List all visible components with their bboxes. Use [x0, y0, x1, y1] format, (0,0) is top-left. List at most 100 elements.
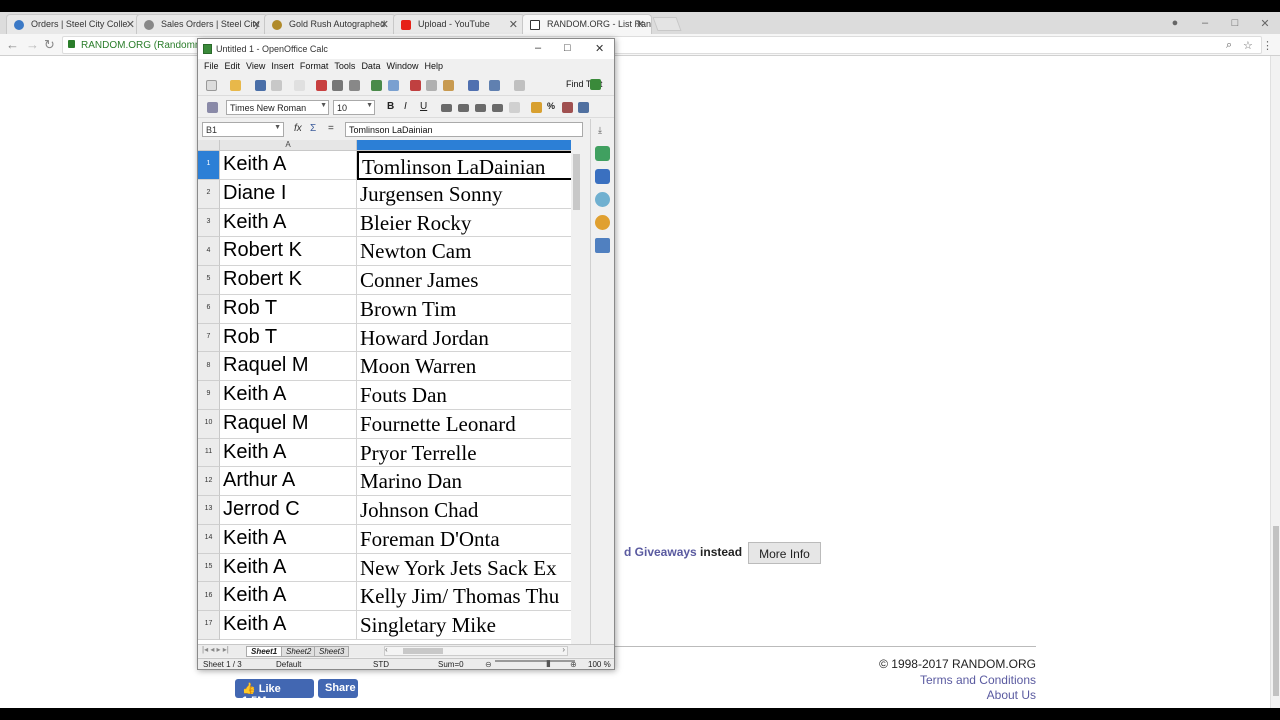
browser-tab-sales-orders[interactable]: Sales Orders | Steel City ✕	[136, 14, 268, 34]
cell-a[interactable]: Arthur A	[220, 467, 357, 496]
column-header-b[interactable]	[357, 140, 573, 151]
copy-icon[interactable]	[426, 80, 437, 91]
sheet-tab-1[interactable]: Sheet1	[246, 646, 283, 657]
cell-a[interactable]: Raquel M	[220, 352, 357, 381]
row-header[interactable]: 4	[198, 237, 220, 266]
font-size-select[interactable]: 10 ▼	[333, 100, 375, 115]
open-folder-icon[interactable]	[230, 80, 241, 91]
menu-window[interactable]: Window	[383, 59, 421, 75]
row-header[interactable]: 17	[198, 611, 220, 640]
cell-b[interactable]: Conner James	[357, 266, 573, 295]
zoom-icon[interactable]: ⌕	[1226, 39, 1232, 52]
paste-icon[interactable]	[443, 80, 454, 91]
menu-view[interactable]: View	[243, 59, 268, 75]
styles-icon[interactable]	[207, 102, 218, 113]
spreadsheet-grid[interactable]: A 1 Keith A Tomlinson LaDainian 2 Diane I Jur…	[198, 140, 581, 646]
navigator-icon[interactable]	[595, 215, 610, 230]
status-selection-mode[interactable]: STD	[373, 660, 389, 669]
sheet-tab-3[interactable]: Sheet3	[314, 646, 350, 657]
cell-b[interactable]: Fournette Leonard	[357, 409, 573, 439]
cell-b[interactable]: Singletary Mike	[357, 611, 573, 640]
cell-b[interactable]: Moon Warren	[357, 352, 573, 381]
print-icon[interactable]	[332, 80, 343, 91]
sum-icon[interactable]: Σ	[310, 123, 316, 134]
row-header[interactable]: 5	[198, 266, 220, 295]
row-header[interactable]: 10	[198, 409, 220, 439]
cell-a[interactable]: Keith A	[220, 553, 357, 583]
row-header[interactable]: 14	[198, 524, 220, 554]
zoom-level[interactable]: 100 %	[588, 660, 611, 669]
cell-a[interactable]: Jerrod C	[220, 496, 357, 525]
cell-a[interactable]: Robert K	[220, 237, 357, 266]
edit-file-icon[interactable]	[294, 80, 305, 91]
oo-title-bar[interactable]: Untitled 1 - OpenOffice Calc – □ ✕	[198, 39, 614, 59]
zoom-slider[interactable]	[495, 660, 575, 662]
close-tab-icon[interactable]: ✕	[509, 18, 518, 31]
facebook-share-button[interactable]: Share	[318, 679, 358, 698]
grid-scrollbar-thumb[interactable]	[573, 154, 580, 210]
formula-input[interactable]: Tomlinson LaDainian	[345, 122, 583, 137]
close-tab-icon[interactable]: ✕	[252, 18, 261, 31]
zoom-thumb[interactable]: ▮	[546, 658, 551, 669]
browser-tab-youtube[interactable]: Upload - YouTube ✕	[393, 14, 525, 34]
add-decimal-icon[interactable]	[578, 102, 589, 113]
align-right-icon[interactable]	[475, 104, 486, 112]
cell-a[interactable]: Keith A	[220, 381, 357, 410]
bold-icon[interactable]: B	[387, 101, 394, 112]
cell-b[interactable]: Marino Dan	[357, 467, 573, 496]
row-header[interactable]: 16	[198, 582, 220, 611]
close-tab-icon[interactable]: ✕	[126, 18, 135, 31]
row-header[interactable]: 1	[198, 151, 220, 180]
grid-vertical-scrollbar[interactable]	[571, 140, 582, 646]
scroll-left-icon[interactable]: ‹	[385, 645, 388, 654]
scroll-right-icon[interactable]: ›	[562, 645, 565, 654]
giveaways-link[interactable]: d Giveaways	[624, 545, 697, 559]
print-preview-icon[interactable]	[349, 80, 360, 91]
menu-data[interactable]: Data	[358, 59, 383, 75]
cell-b[interactable]: Brown Tim	[357, 294, 573, 324]
align-left-icon[interactable]	[441, 104, 452, 112]
select-all-corner[interactable]	[198, 140, 220, 151]
underline-icon[interactable]: U	[420, 101, 427, 112]
cell-a[interactable]: Rob T	[220, 323, 357, 353]
close-tab-icon[interactable]: ✕	[636, 18, 645, 31]
terms-link[interactable]: Terms and Conditions	[920, 673, 1036, 687]
cell-a[interactable]: Keith A	[220, 151, 357, 180]
cell-a[interactable]: Keith A	[220, 611, 357, 640]
menu-help[interactable]: Help	[421, 59, 446, 75]
cell-b[interactable]: Jurgensen Sonny	[357, 179, 573, 209]
number-format-icon[interactable]	[562, 102, 573, 113]
sheet-tab-2[interactable]: Sheet2	[281, 646, 317, 657]
extension-icon[interactable]	[590, 79, 601, 90]
cell-a[interactable]: Keith A	[220, 524, 357, 554]
cell-a[interactable]: Rob T	[220, 294, 357, 324]
oo-maximize-icon[interactable]: □	[564, 42, 571, 54]
back-icon[interactable]: ←	[6, 37, 19, 52]
spellcheck-icon[interactable]	[371, 80, 382, 91]
currency-format-icon[interactable]	[531, 102, 542, 113]
page-scrollbar[interactable]	[1270, 56, 1280, 708]
active-cell-b1[interactable]: Tomlinson LaDainian	[357, 151, 573, 180]
oo-minimize-icon[interactable]: –	[535, 42, 541, 54]
forward-icon[interactable]: →	[26, 37, 39, 52]
oo-close-icon[interactable]: ✕	[595, 42, 604, 55]
cell-a[interactable]: Diane I	[220, 179, 357, 209]
menu-format[interactable]: Format	[297, 59, 332, 75]
cell-b[interactable]: New York Jets Sack Ex	[357, 553, 573, 583]
redo-icon[interactable]	[514, 80, 525, 91]
menu-edit[interactable]: Edit	[222, 59, 244, 75]
sidebar-menu-icon[interactable]: ⤓	[598, 125, 602, 136]
browser-tab-random-org[interactable]: RANDOM.ORG - List Ran ✕	[522, 14, 652, 34]
cell-a[interactable]: Keith A	[220, 582, 357, 611]
cut-icon[interactable]	[410, 80, 421, 91]
merge-cells-icon[interactable]	[509, 102, 520, 113]
row-header[interactable]: 12	[198, 467, 220, 496]
cell-b[interactable]: Pryor Terrelle	[357, 438, 573, 468]
row-header[interactable]: 15	[198, 553, 220, 583]
cell-b[interactable]: Newton Cam	[357, 237, 573, 266]
facebook-like-button[interactable]: 👍 Like 1.5M	[235, 679, 314, 707]
cell-b[interactable]: Howard Jordan	[357, 323, 573, 353]
font-name-select[interactable]: Times New Roman ▼	[226, 100, 329, 115]
cell-a[interactable]: Robert K	[220, 266, 357, 295]
row-header[interactable]: 6	[198, 294, 220, 324]
